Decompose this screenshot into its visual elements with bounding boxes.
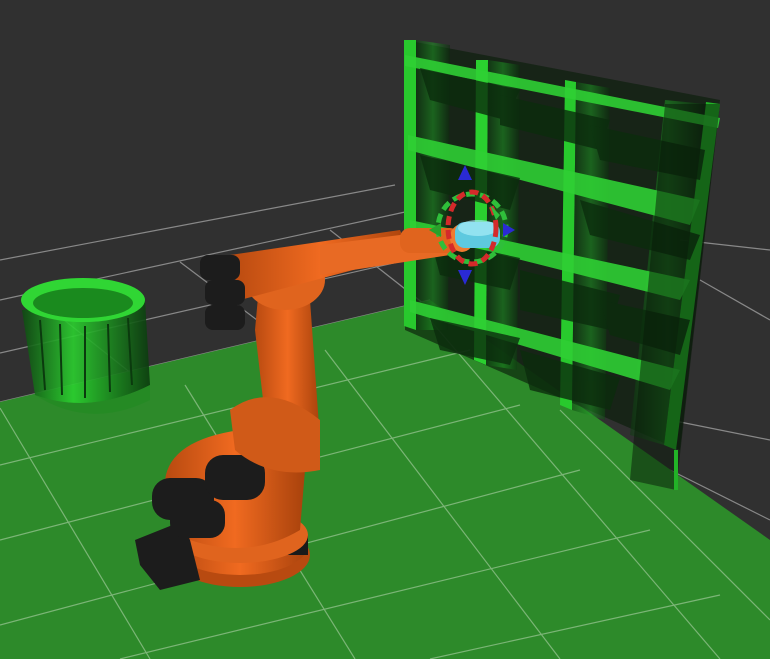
cylinder-obstacle <box>21 278 150 414</box>
3d-viewport[interactable] <box>0 0 770 659</box>
scene-canvas[interactable] <box>0 0 770 659</box>
